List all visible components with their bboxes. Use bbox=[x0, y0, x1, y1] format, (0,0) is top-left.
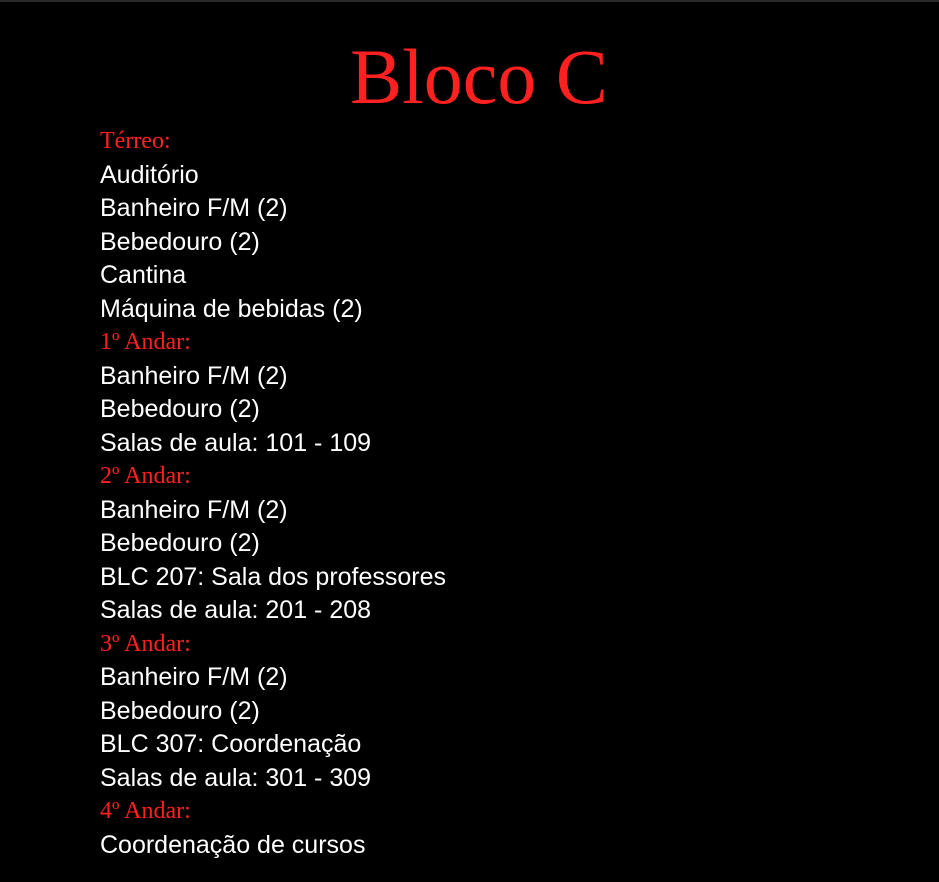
floor-heading-3: 3º Andar: bbox=[100, 630, 191, 657]
list-item: Bebedouro (2) bbox=[100, 395, 260, 423]
floor-list: Térreo: Auditório Banheiro F/M (2) Bebed… bbox=[100, 125, 900, 862]
floor-heading-2: 2º Andar: bbox=[100, 463, 191, 489]
list-item: Coordenação de cursos bbox=[100, 830, 366, 859]
list-item: Banheiro F/M (2) bbox=[100, 361, 288, 390]
floor-heading-1: 1º Andar: bbox=[100, 329, 191, 355]
page-title: Bloco C bbox=[350, 33, 608, 120]
list-item: Banheiro F/M (2) bbox=[100, 495, 288, 524]
list-item: BLC 207: Sala dos professores bbox=[100, 562, 447, 591]
list-item: Bebedouro (2) bbox=[100, 696, 260, 725]
list-item: Bebedouro (2) bbox=[100, 227, 260, 256]
list-item: Máquina de bebidas (2) bbox=[100, 294, 363, 323]
list-item: Banheiro F/M (2) bbox=[100, 194, 288, 222]
list-item: Bebedouro (2) bbox=[100, 529, 260, 557]
list-item: Auditório bbox=[100, 160, 199, 189]
floor-heading-4: 4º Andar: bbox=[100, 798, 191, 824]
list-item: Salas de aula: 201 - 208 bbox=[100, 596, 372, 624]
list-item: Cantina bbox=[100, 261, 187, 289]
list-item: Salas de aula: 101 - 109 bbox=[100, 428, 372, 457]
floor-heading-terreo: Térreo: bbox=[100, 128, 171, 154]
list-item: Salas de aula: 301 - 309 bbox=[100, 763, 372, 792]
list-item: BLC 307: Coordenação bbox=[100, 730, 362, 758]
list-item: Banheiro F/M (2) bbox=[100, 663, 288, 691]
